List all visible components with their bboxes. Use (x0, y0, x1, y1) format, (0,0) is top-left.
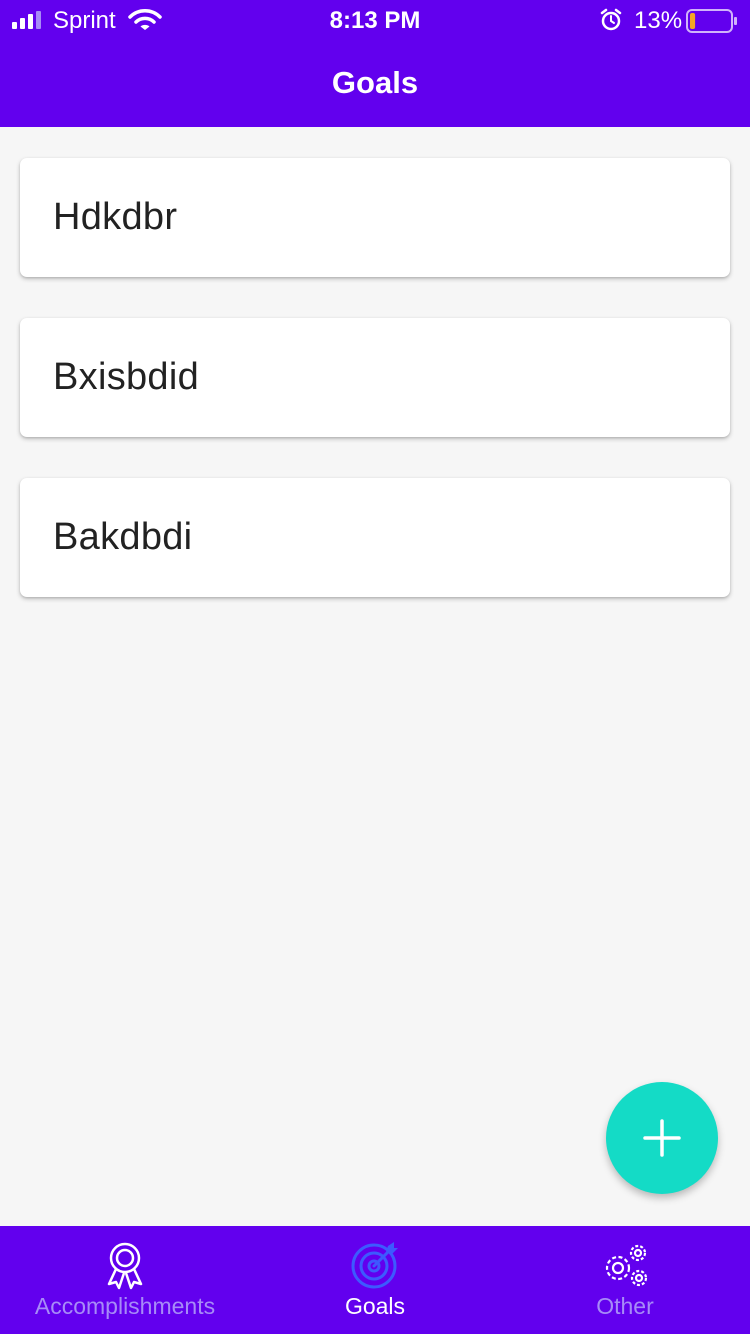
nav-label-accomplishments: Accomplishments (34, 1293, 216, 1319)
goal-label: Hdkdbr (53, 196, 178, 238)
status-bar: Sprint 8:13 PM 13% (0, 0, 750, 40)
nav-goals[interactable]: Goals (250, 1226, 500, 1334)
goals-screen: Sprint 8:13 PM 13% Goals Hdkdbr Bxisbdid… (0, 0, 750, 1334)
battery-percent: 13% (634, 7, 683, 34)
goal-label: Bakdbdi (53, 516, 193, 558)
page-title: Goals (331, 65, 419, 100)
award-ribbon-icon (107, 1242, 143, 1290)
nav-accomplishments[interactable]: Accomplishments (0, 1226, 250, 1334)
goal-label: Bxisbdid (53, 356, 200, 398)
battery-icon (686, 9, 737, 33)
gears-icon (605, 1244, 648, 1287)
goal-card[interactable]: Hdkdbr (20, 158, 730, 277)
goal-card[interactable]: Bakdbdi (20, 478, 730, 597)
goal-list: Hdkdbr Bxisbdid Bakdbdi (20, 158, 730, 638)
target-icon (351, 1242, 398, 1289)
bottom-navigation: Accomplishments Goals Other (0, 1226, 750, 1334)
plus-icon (643, 1119, 681, 1157)
alarm-icon (600, 8, 622, 31)
add-goal-button[interactable] (606, 1082, 718, 1194)
app-header: Sprint 8:13 PM 13% Goals (0, 0, 750, 127)
nav-label-goals: Goals (344, 1293, 406, 1319)
nav-label-other: Other (596, 1293, 654, 1319)
nav-other[interactable]: Other (500, 1226, 750, 1334)
goal-card[interactable]: Bxisbdid (20, 318, 730, 437)
